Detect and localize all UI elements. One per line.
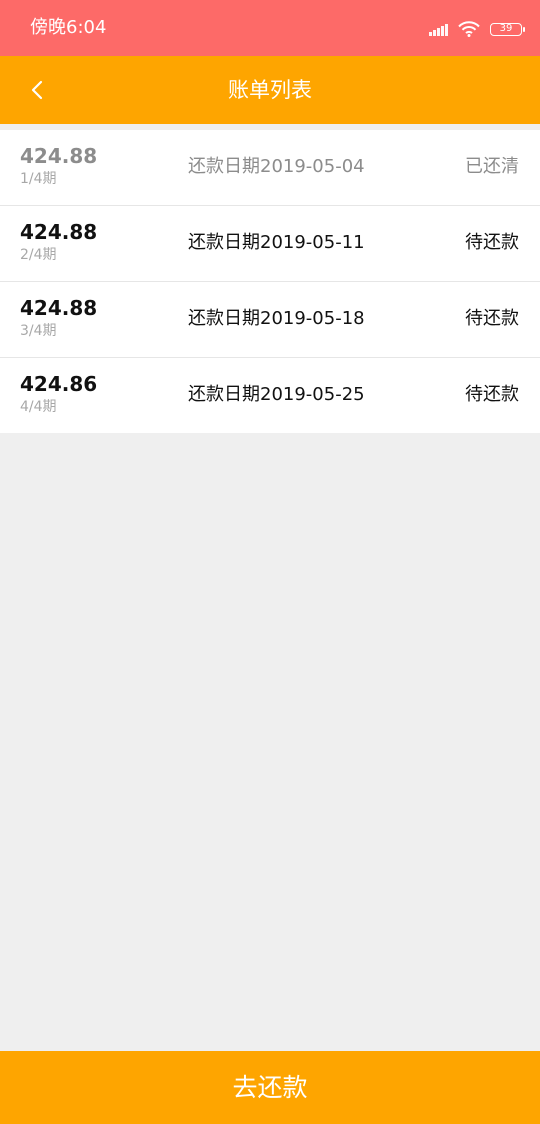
bill-due-date: 还款日期2019-05-18 xyxy=(188,308,365,329)
bill-period: 1/4期 xyxy=(20,171,57,187)
bill-status: 待还款 xyxy=(465,308,519,329)
bill-row[interactable]: 424.88 2/4期 还款日期2019-05-11 待还款 xyxy=(0,206,540,282)
bill-due-date: 还款日期2019-05-04 xyxy=(188,156,365,177)
bill-amount: 424.88 xyxy=(20,296,98,320)
bill-amount: 424.88 xyxy=(20,220,98,244)
bill-period: 2/4期 xyxy=(20,247,57,263)
status-icons: 39 xyxy=(428,18,525,40)
pay-button[interactable]: 去还款 xyxy=(0,1051,540,1124)
bill-amount: 424.86 xyxy=(20,372,98,396)
signal-icon xyxy=(428,22,448,36)
bill-status: 已还清 xyxy=(465,156,519,177)
bill-due-date: 还款日期2019-05-11 xyxy=(188,232,365,253)
bill-row[interactable]: 424.86 4/4期 还款日期2019-05-25 待还款 xyxy=(0,358,540,433)
bill-row[interactable]: 424.88 1/4期 还款日期2019-05-04 已还清 xyxy=(0,130,540,206)
bill-due-date: 还款日期2019-05-25 xyxy=(188,384,365,405)
status-time: 傍晚6:04 xyxy=(30,17,107,38)
wifi-icon xyxy=(458,21,480,37)
bill-period: 4/4期 xyxy=(20,399,57,415)
bill-status: 待还款 xyxy=(465,384,519,405)
nav-bar: 账单列表 xyxy=(0,56,540,124)
bill-period: 3/4期 xyxy=(20,323,57,339)
battery-icon: 39 xyxy=(490,22,525,36)
bill-amount: 424.88 xyxy=(20,144,98,168)
page-title: 账单列表 xyxy=(228,78,312,102)
bill-row[interactable]: 424.88 3/4期 还款日期2019-05-18 待还款 xyxy=(0,282,540,358)
status-bar: 傍晚6:04 39 xyxy=(0,0,540,56)
bill-list: 424.88 1/4期 还款日期2019-05-04 已还清 424.88 2/… xyxy=(0,130,540,433)
bill-status: 待还款 xyxy=(465,232,519,253)
battery-level: 39 xyxy=(499,22,513,34)
